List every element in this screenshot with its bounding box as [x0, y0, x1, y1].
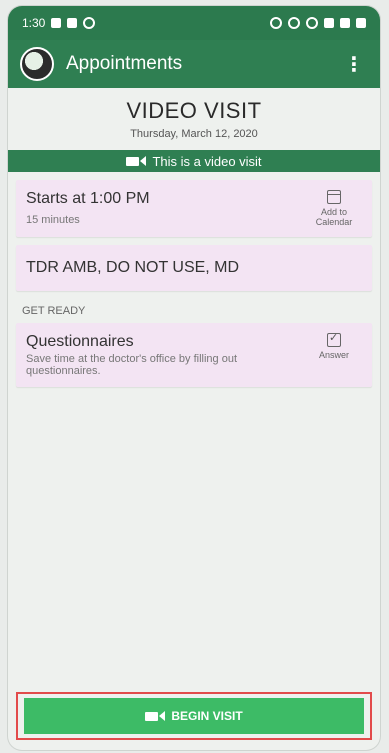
begin-visit-highlight: BEGIN VISIT	[16, 692, 372, 740]
message-icon	[51, 18, 62, 28]
video-visit-banner: This is a video visit	[8, 150, 380, 172]
duration: 15 minutes	[26, 214, 80, 226]
answer-label: Answer	[318, 350, 349, 360]
app-title: Appointments	[66, 53, 183, 74]
begin-visit-button[interactable]: BEGIN VISIT	[24, 698, 364, 734]
questionnaire-card[interactable]: Questionnaires Save time at the doctor's…	[16, 323, 372, 387]
questionnaire-title: Questionnaires	[26, 333, 134, 350]
add-to-calendar-button[interactable]: Add to Calendar	[306, 190, 362, 227]
status-left: 1:30	[22, 16, 96, 30]
wifi-icon	[324, 18, 334, 28]
start-time: Starts at 1:00 PM	[26, 190, 150, 207]
visit-title: VIDEO VISIT	[126, 98, 262, 123]
banner-text: This is a video visit	[152, 153, 262, 169]
provider-name: TDR AMB, DO NOT USE, MD	[26, 259, 240, 276]
app-logo	[20, 47, 54, 81]
checkbox-icon	[327, 331, 341, 347]
video-camera-icon	[126, 156, 147, 166]
status-bar: 1:30	[8, 6, 380, 40]
video-camera-icon	[145, 711, 166, 721]
alarm-icon	[270, 17, 282, 29]
provider-card[interactable]: TDR AMB, DO NOT USE, MD	[16, 245, 372, 291]
answer-button[interactable]: Answer	[306, 331, 362, 360]
section-get-ready: GET READY	[22, 305, 86, 317]
add-to-calendar-label-1: Add to	[320, 207, 348, 217]
add-to-calendar-label-2: Calendar	[315, 217, 353, 227]
battery-icon	[356, 18, 366, 28]
time-card: Starts at 1:00 PM 15 minutes Add to Cale…	[16, 180, 372, 237]
visit-date: Thursday, March 12, 2020	[130, 128, 258, 140]
media-icon	[67, 18, 78, 28]
visit-header: VIDEO VISIT Thursday, March 12, 2020	[8, 88, 380, 146]
signal-icon	[340, 18, 350, 28]
status-right	[270, 17, 366, 29]
circle-icon	[83, 17, 96, 29]
questionnaire-description: Save time at the doctor's office by fill…	[26, 353, 238, 377]
calendar-icon	[327, 190, 341, 204]
sync-icon	[306, 17, 318, 29]
app-bar: Appointments ⋮	[8, 40, 380, 88]
kebab-menu-icon[interactable]: ⋮	[340, 48, 368, 81]
phone-screen: 1:30 Appointments ⋮ VIDEO VISIT Thursday…	[8, 6, 380, 750]
status-time: 1:30	[22, 16, 46, 30]
bluetooth-icon	[288, 17, 300, 29]
begin-visit-label: BEGIN VISIT	[171, 709, 243, 723]
